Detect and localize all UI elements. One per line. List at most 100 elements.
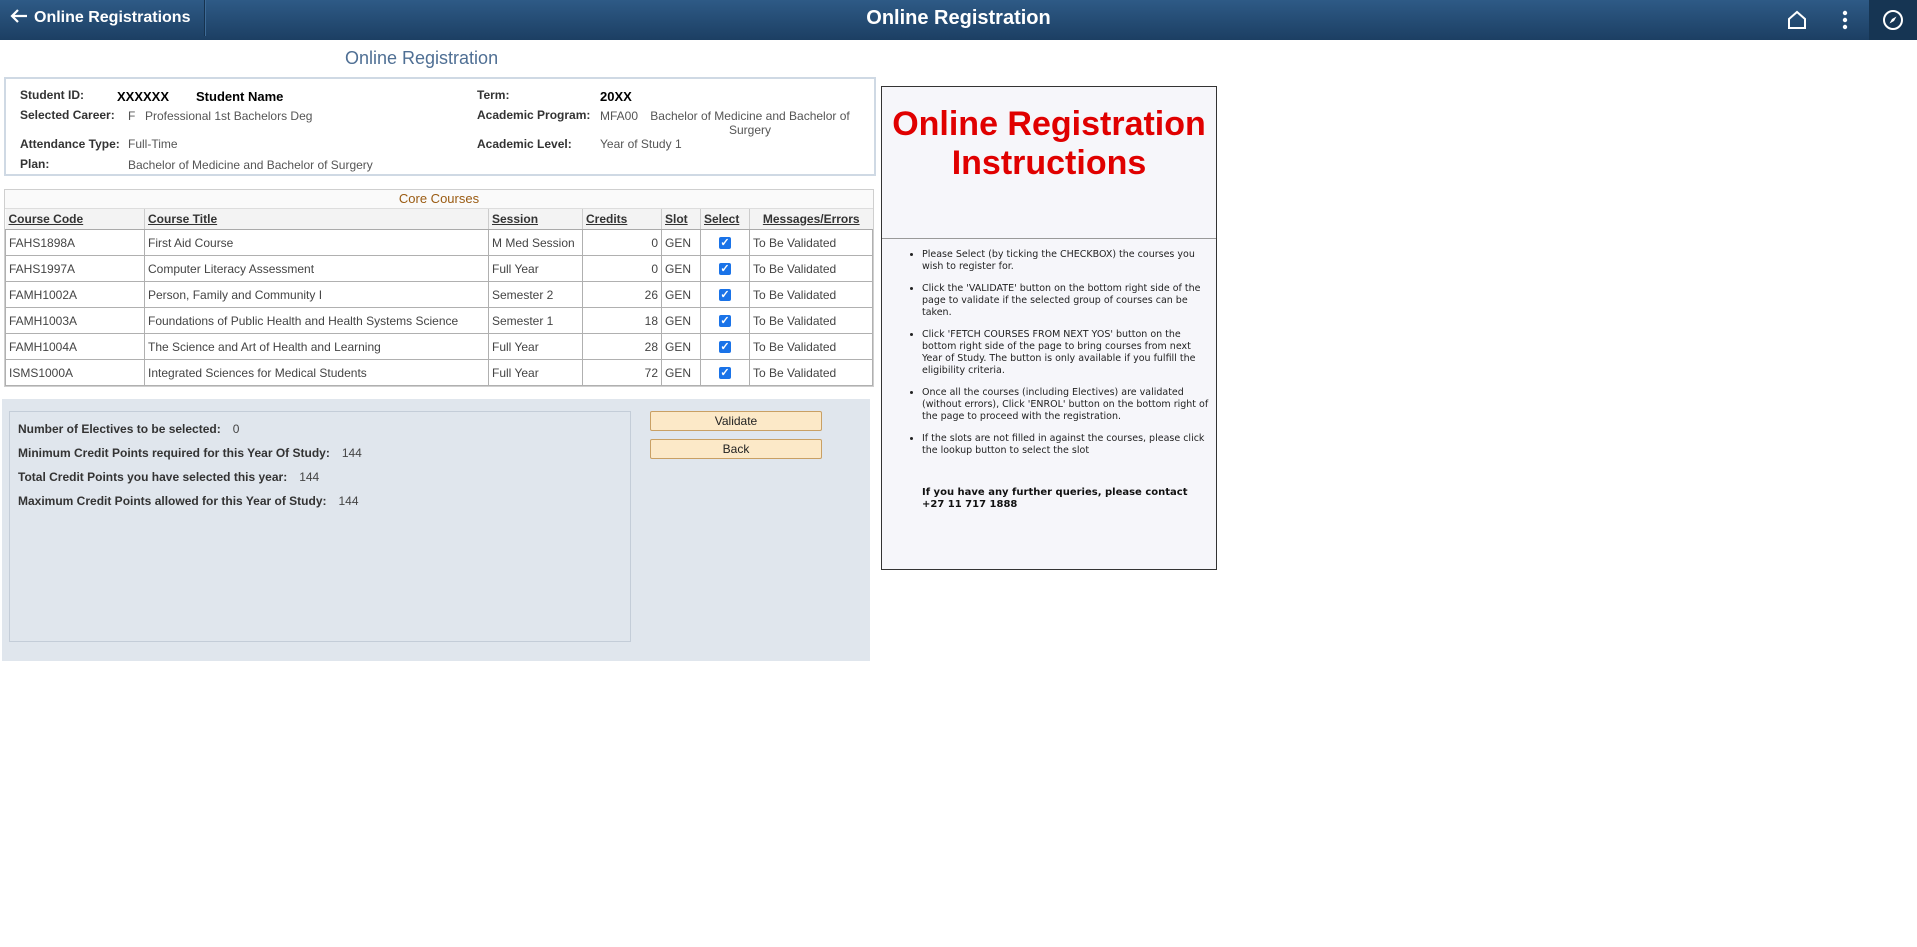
col-header-course-code[interactable]: Course Code (5, 209, 145, 230)
course-credits: 72 (582, 359, 662, 386)
home-icon[interactable] (1773, 0, 1821, 40)
electives-label: Number of Electives to be selected: (18, 422, 221, 436)
program-code: MFA00 (600, 109, 639, 123)
course-message: To Be Validated (749, 255, 873, 282)
max-credits-value: 144 (338, 494, 359, 508)
table-row: FAMH1002A Person, Family and Community I… (5, 281, 873, 308)
instruction-item: If the slots are not filled in against t… (922, 433, 1212, 457)
instruction-item: Click 'FETCH COURSES FROM NEXT YOS' butt… (922, 329, 1212, 377)
instruction-item: Once all the courses (including Elective… (922, 387, 1212, 423)
course-slot: GEN (661, 333, 701, 360)
course-session: Full Year (488, 333, 583, 360)
course-session: Semester 2 (488, 281, 583, 308)
col-header-select[interactable]: Select (700, 209, 750, 230)
contact-info: If you have any further queries, please … (922, 487, 1216, 511)
select-checkbox[interactable]: ✓ (719, 263, 731, 276)
instruction-item: Please Select (by ticking the CHECKBOX) … (922, 249, 1212, 273)
course-credits: 28 (582, 333, 662, 360)
contact-line: If you have any further queries, please … (922, 487, 1188, 498)
student-name-value: Student Name (196, 89, 284, 104)
col-header-course-title[interactable]: Course Title (144, 209, 489, 230)
page-title: Online Registration (345, 48, 499, 68)
courses-table: Course Code Course Title Session Credits… (5, 209, 873, 386)
core-courses-title: Core Courses (5, 190, 873, 209)
program-label: Academic Program: (477, 108, 591, 122)
course-code: FAMH1003A (5, 307, 145, 334)
validate-button[interactable]: Validate (650, 411, 822, 431)
col-header-slot[interactable]: Slot (661, 209, 701, 230)
career-label: Selected Career: (20, 108, 115, 122)
select-checkbox[interactable]: ✓ (719, 315, 731, 328)
core-courses-grid: Core Courses Course Code Course Title Se… (4, 189, 874, 387)
min-credits-label: Minimum Credit Points required for this … (18, 446, 330, 460)
course-code: FAHS1997A (5, 255, 145, 282)
course-slot: GEN (661, 307, 701, 334)
career-code: F (128, 109, 136, 123)
credit-summary-box: Number of Electives to be selected: 0 Min… (9, 411, 631, 642)
instructions-list: Please Select (by ticking the CHECKBOX) … (882, 249, 1216, 457)
course-title: Computer Literacy Assessment (144, 255, 489, 282)
select-checkbox[interactable]: ✓ (719, 367, 731, 380)
attendance-value: Full-Time (128, 137, 178, 151)
more-vert-icon[interactable] (1821, 0, 1869, 40)
table-row: FAMH1004A The Science and Art of Health … (5, 333, 873, 360)
course-message: To Be Validated (749, 229, 873, 256)
course-title: Foundations of Public Health and Health … (144, 307, 489, 334)
select-checkbox[interactable]: ✓ (719, 289, 731, 302)
course-message: To Be Validated (749, 333, 873, 360)
top-bar: Online Registrations Online Registration (0, 0, 1917, 40)
instructions-title: Online Registration Instructions (882, 87, 1216, 239)
level-value: Year of Study 1 (600, 137, 682, 151)
table-row: FAHS1898A First Aid Course M Med Session… (5, 229, 873, 256)
course-title: The Science and Art of Health and Learni… (144, 333, 489, 360)
table-row: FAHS1997A Computer Literacy Assessment F… (5, 255, 873, 282)
student-info-panel: Student ID: XXXXXX Student Name Term: 20… (4, 77, 876, 176)
back-button[interactable]: Back (650, 439, 822, 459)
instruction-item: Click the 'VALIDATE' button on the botto… (922, 283, 1212, 319)
course-session: Semester 1 (488, 307, 583, 334)
table-row: FAMH1003A Foundations of Public Health a… (5, 307, 873, 334)
attendance-label: Attendance Type: (20, 137, 120, 151)
course-session: M Med Session (488, 229, 583, 256)
select-checkbox[interactable]: ✓ (719, 341, 731, 354)
electives-value: 0 (232, 422, 240, 436)
course-code: FAMH1002A (5, 281, 145, 308)
course-credits: 0 (582, 229, 662, 256)
course-message: To Be Validated (749, 281, 873, 308)
course-title: Integrated Sciences for Medical Students (144, 359, 489, 386)
course-credits: 0 (582, 255, 662, 282)
level-label: Academic Level: (477, 137, 572, 151)
course-title: Person, Family and Community I (144, 281, 489, 308)
total-credits-label: Total Credit Points you have selected th… (18, 470, 288, 484)
career-value: Professional 1st Bachelors Deg (145, 109, 313, 123)
course-session: Full Year (488, 359, 583, 386)
course-code: FAHS1898A (5, 229, 145, 256)
term-value: 20XX (600, 89, 632, 104)
course-slot: GEN (661, 229, 701, 256)
col-header-messages[interactable]: Messages/Errors (749, 209, 873, 230)
program-value: Bachelor of Medicine and Bachelor of Sur… (650, 109, 850, 137)
course-code: ISMS1000A (5, 359, 145, 386)
course-title: First Aid Course (144, 229, 489, 256)
plan-label: Plan: (20, 157, 50, 171)
col-header-credits[interactable]: Credits (582, 209, 662, 230)
col-header-session[interactable]: Session (488, 209, 583, 230)
student-id-value: XXXXXX (117, 89, 170, 104)
instructions-panel: Online Registration Instructions Please … (881, 86, 1217, 570)
plan-value: Bachelor of Medicine and Bachelor of Sur… (128, 158, 373, 172)
student-id-label: Student ID: (20, 88, 84, 102)
course-credits: 18 (582, 307, 662, 334)
course-code: FAMH1004A (5, 333, 145, 360)
course-slot: GEN (661, 281, 701, 308)
course-session: Full Year (488, 255, 583, 282)
contact-phone: +27 11 717 1888 (922, 499, 1018, 510)
course-message: To Be Validated (749, 307, 873, 334)
course-slot: GEN (661, 359, 701, 386)
course-message: To Be Validated (749, 359, 873, 386)
select-checkbox[interactable]: ✓ (719, 237, 731, 250)
summary-panel: Number of Electives to be selected: 0 Min… (2, 399, 870, 661)
min-credits-value: 144 (341, 446, 362, 460)
max-credits-label: Maximum Credit Points allowed for this Y… (18, 494, 327, 508)
compass-icon[interactable] (1869, 0, 1917, 40)
term-label: Term: (477, 88, 510, 102)
